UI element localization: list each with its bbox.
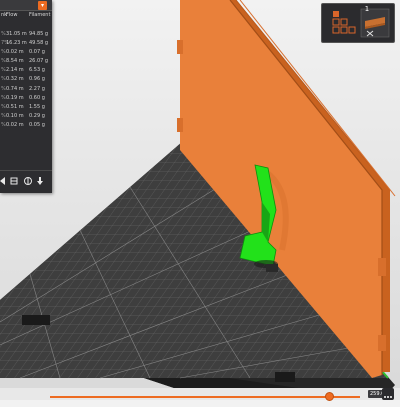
stats-row: %8.54 m 26.07 g — [1, 58, 49, 64]
slider-menu-icon[interactable] — [382, 388, 394, 400]
model-panel-tab — [378, 335, 386, 351]
stats-row: %0.74 m 2.27 g — [1, 86, 45, 92]
stats-row: %0.32 m 0.96 g — [1, 76, 45, 82]
model-panel-tab — [177, 118, 183, 132]
support-foot — [266, 264, 278, 272]
stats-row: %0.51 m 1.55 g — [1, 104, 45, 110]
stats-col-header: Flow — [6, 12, 18, 18]
model-panel-tab — [177, 40, 183, 54]
stats-row: %0.19 m 0.60 g — [1, 95, 45, 101]
stats-column-headers: nkFlow Filament — [1, 12, 52, 18]
objects-grid-icon[interactable] — [325, 7, 357, 39]
layer-slider[interactable]: 259.60 — [0, 388, 400, 401]
slider-track[interactable] — [50, 396, 360, 398]
stats-col-header: Filament — [29, 12, 51, 18]
bed-notch — [275, 372, 295, 382]
stats-row: %0.02 m 0.05 g — [1, 122, 45, 128]
export-icon[interactable] — [23, 176, 33, 186]
view-toolbar — [321, 3, 395, 43]
stats-row: 7%16.23 m 49.58 g — [1, 40, 49, 46]
collapse-icon[interactable] — [0, 176, 8, 186]
download-icon[interactable] — [35, 176, 45, 186]
stats-row: %0.10 m 0.29 g — [1, 113, 45, 119]
stats-row: %31.05 m 94.85 g — [1, 31, 49, 37]
3d-viewport[interactable] — [0, 0, 400, 400]
object-count-badge: 1 — [364, 5, 370, 13]
model-panel-tab — [378, 258, 386, 276]
stats-row: %0.02 m 0.07 g — [1, 49, 45, 55]
stats-dropdown-button[interactable]: ▾ — [38, 1, 47, 10]
stats-header: ▾ — [0, 0, 52, 11]
stats-footer-toolbar — [0, 170, 52, 193]
stats-row: %2.14 m 6.53 g — [1, 67, 45, 73]
filament-stats-panel: ▾ nkFlow Filament %31.05 m 94.85 g 7%16.23… — [0, 0, 52, 193]
tool-icon[interactable] — [9, 176, 19, 186]
bed-notch — [22, 315, 50, 325]
